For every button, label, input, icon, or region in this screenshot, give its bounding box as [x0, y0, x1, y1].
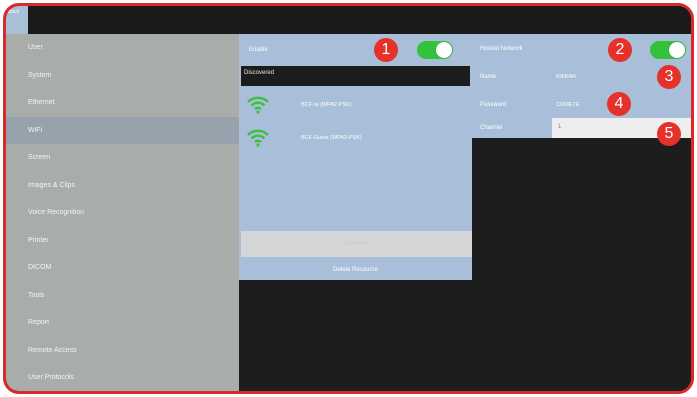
network-item[interactable]: BCF-Ia (WPA2-PSK) — [239, 90, 472, 120]
wifi-pane: Enable Discovered BCF-Ia (WPA2-PSK) BCF-… — [239, 34, 472, 391]
wifi-signal-icon — [247, 129, 269, 147]
wifi-enable-toggle[interactable] — [417, 41, 453, 59]
callout-badge-4: 4 — [607, 92, 631, 116]
name-label: Name — [480, 74, 497, 80]
callout-badge-3: 3 — [657, 65, 681, 89]
callout-badge-1: 1 — [374, 38, 398, 62]
toggle-knob — [669, 42, 685, 58]
channel-label: Channel — [480, 125, 503, 131]
network-name: BCF-Ia (WPA2-PSK) — [301, 102, 352, 108]
connect-button[interactable]: Connect — [241, 231, 472, 257]
sidebar-item-tools[interactable]: Tools — [6, 282, 239, 310]
sidebar-item-ethernet[interactable]: Ethernet — [6, 89, 239, 117]
network-name: BCF-Guest (WPA2-PSK) — [301, 135, 362, 141]
app-frame: Back User System Ethernet WiFi Screen Im… — [3, 3, 694, 394]
sidebar-item-screen[interactable]: Screen — [6, 144, 239, 172]
wifi-panel: Enable Discovered BCF-Ia (WPA2-PSK) BCF-… — [239, 34, 472, 280]
top-bar: Back — [6, 6, 691, 34]
wifi-signal-icon — [247, 96, 269, 114]
back-button[interactable]: Back — [6, 6, 28, 34]
sidebar-item-report[interactable]: Report — [6, 309, 239, 337]
sidebar-item-printer[interactable]: Printer — [6, 227, 239, 255]
settings-sidebar: User System Ethernet WiFi Screen Images … — [6, 34, 239, 391]
hosted-network-label: Hosted Network — [480, 46, 523, 52]
name-value[interactable]: Ю5KAR — [556, 74, 576, 80]
hosted-network-toggle[interactable] — [650, 41, 686, 59]
delete-resource-button[interactable]: Delete Resource — [239, 260, 472, 282]
sidebar-item-system[interactable]: System — [6, 62, 239, 90]
password-value[interactable]: COMETE — [556, 102, 580, 108]
sidebar-item-user[interactable]: User — [6, 34, 239, 62]
sidebar-item-wifi[interactable]: WiFi — [6, 116, 239, 144]
password-label: Password — [480, 102, 507, 108]
sidebar-item-user-protocols[interactable]: User Protocols — [6, 364, 239, 391]
callout-badge-2: 2 — [608, 38, 632, 62]
sidebar-item-remote-access[interactable]: Remote Access — [6, 337, 239, 365]
sidebar-item-images-clips[interactable]: Images & Clips — [6, 172, 239, 200]
network-item[interactable]: BCF-Guest (WPA2-PSK) — [239, 123, 472, 153]
wifi-enable-row: Enable — [239, 34, 472, 66]
sidebar-item-dicom[interactable]: DICOM — [6, 254, 239, 282]
hosted-network-pane: Hosted Network Name Ю5KAR Password COMET… — [472, 34, 691, 391]
sidebar-item-voice-recognition[interactable]: Voice Recognition — [6, 199, 239, 227]
discovered-header: Discovered — [241, 66, 470, 86]
callout-badge-5: 5 — [657, 122, 681, 146]
toggle-knob — [436, 42, 452, 58]
wifi-enable-label: Enable — [249, 47, 268, 53]
